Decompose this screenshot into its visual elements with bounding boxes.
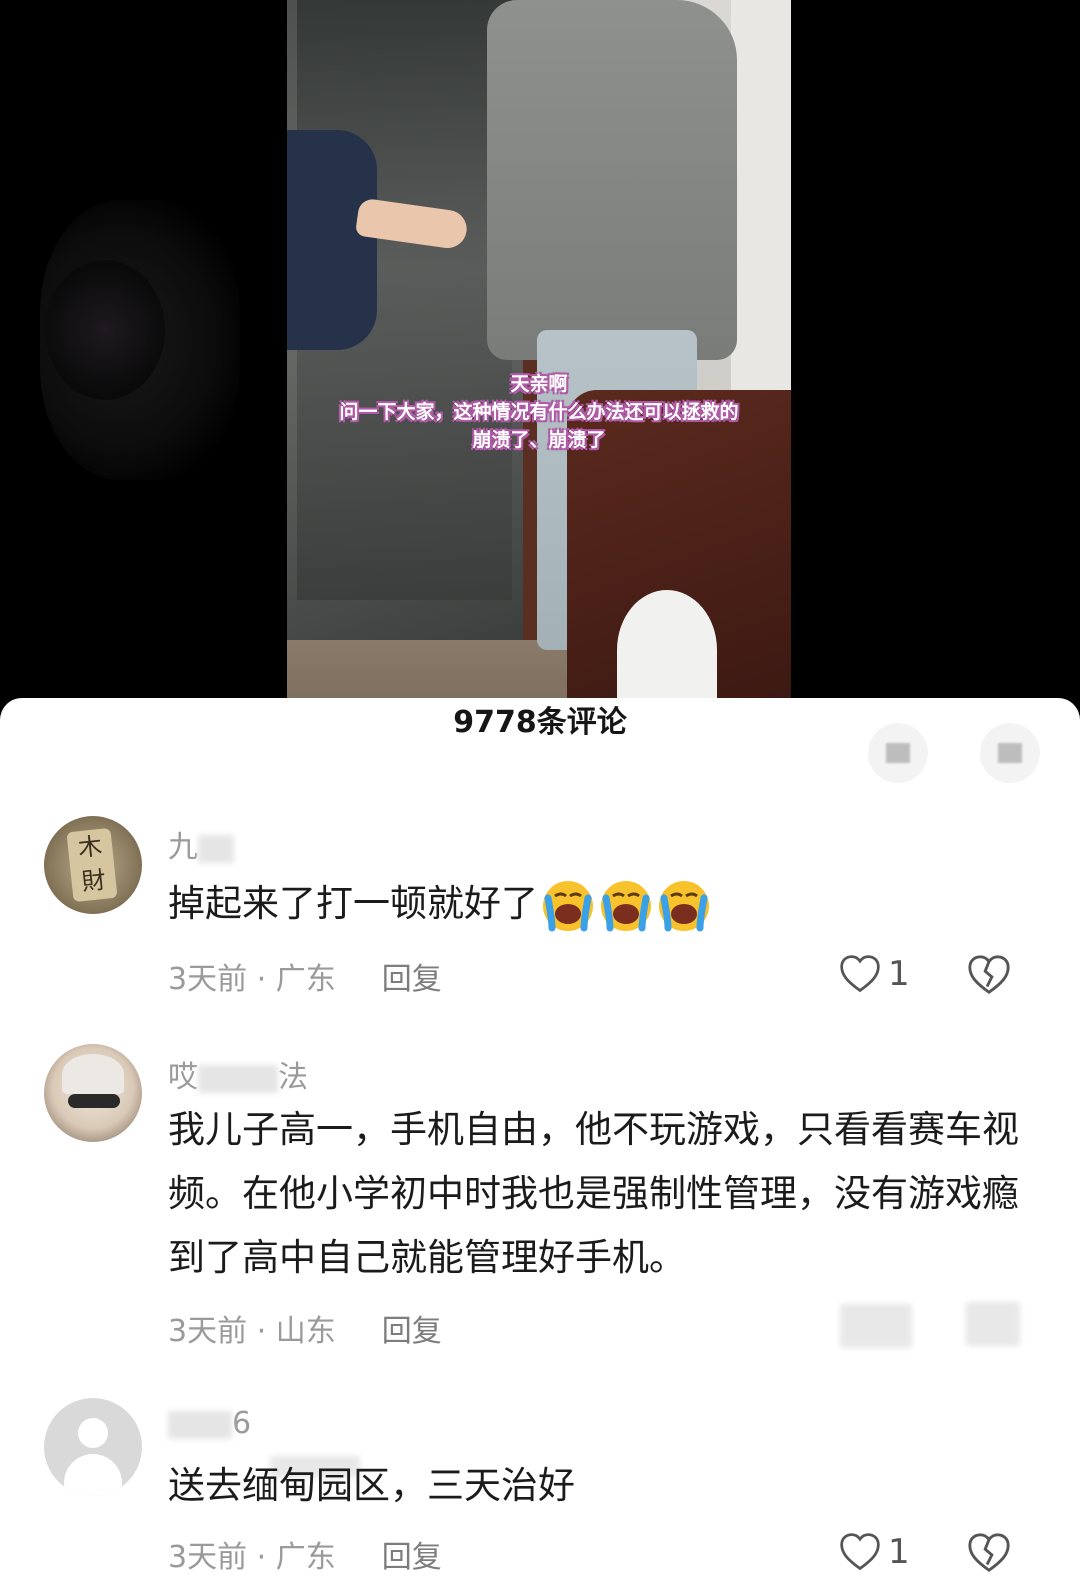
reply-button[interactable]: 回复 <box>382 1314 442 1349</box>
comment-text: 我儿子高一，手机自由，他不玩游戏，只看看赛车视频。在他小学初中时我也是强制性管理… <box>168 1108 1019 1279</box>
broken-heart-icon <box>968 955 1010 995</box>
like-button[interactable]: 1 <box>838 952 910 996</box>
comment-time: 3天前 <box>168 1314 248 1349</box>
comment-text: 送去缅甸园区，三天治好 <box>168 1464 575 1507</box>
comment-text: 掉起来了打一顿就好了 <box>168 872 1028 936</box>
like-button[interactable]: 1 <box>838 1530 910 1574</box>
comment-sheet: 9778条评论 木財 九 掉起来了打一顿就好了 3天前 · 广东回复 1 哎法 <box>0 698 1080 1589</box>
like-count: 1 <box>888 1532 910 1572</box>
comment-meta: 3天前 · 广东 回复 <box>168 962 442 997</box>
video-arm <box>287 130 377 350</box>
avatar[interactable] <box>44 1044 142 1142</box>
sheet-close-icon[interactable] <box>980 723 1040 783</box>
subtitle-line-2: 崩溃了、崩溃了 <box>472 429 606 451</box>
video-frame: 天亲啊 问一下大家，这种情况有什么办法还可以拯救的 崩溃了、崩溃了 <box>287 0 791 710</box>
broken-heart-icon <box>968 1533 1010 1573</box>
dislike-button[interactable] <box>966 952 1012 1002</box>
heart-outline-icon <box>840 1533 880 1571</box>
comment-username[interactable]: 6 <box>168 1406 251 1441</box>
avatar[interactable]: 木財 <box>44 816 142 914</box>
blurred-side-content-2 <box>45 260 165 400</box>
like-count: 1 <box>888 954 910 994</box>
comment-time: 3天前 <box>168 1540 248 1575</box>
redacted-dislike-button[interactable] <box>966 1302 1020 1346</box>
heart-outline-icon <box>840 955 880 993</box>
subtitle-title: 天亲啊 <box>510 373 568 395</box>
loudly-crying-face-emoji-icon <box>543 880 593 931</box>
comment-username[interactable]: 哎法 <box>168 1052 308 1096</box>
video-white-object <box>617 590 717 710</box>
comment-location: 山东 <box>275 1314 336 1349</box>
subtitle-line-1: 问一下大家，这种情况有什么办法还可以拯救的 <box>339 401 739 423</box>
reply-button[interactable]: 回复 <box>382 962 442 997</box>
sheet-action-icon-1[interactable] <box>868 723 928 783</box>
comment-location: 广东 <box>275 962 336 997</box>
video-player[interactable]: 天亲啊 问一下大家，这种情况有什么办法还可以拯救的 崩溃了、崩溃了 <box>0 0 1080 710</box>
avatar[interactable] <box>44 1398 142 1496</box>
comment-text-content: 掉起来了打一顿就好了 <box>168 882 538 925</box>
video-person-sweater <box>487 0 737 360</box>
redacted-username-part <box>198 1064 278 1093</box>
comment-username[interactable]: 九 <box>168 822 234 866</box>
loudly-crying-face-emoji-icon <box>601 880 651 931</box>
redacted-username-part <box>168 1410 232 1439</box>
comment-meta: 3天前 · 广东 回复 <box>168 1540 442 1575</box>
redacted-like-button[interactable] <box>840 1304 912 1348</box>
video-subtitle: 天亲啊 问一下大家，这种情况有什么办法还可以拯救的 崩溃了、崩溃了 <box>287 370 791 454</box>
comment-location: 广东 <box>275 1540 336 1575</box>
loudly-crying-face-emoji-icon <box>659 880 709 931</box>
dislike-button[interactable] <box>966 1530 1012 1580</box>
reply-button[interactable]: 回复 <box>382 1540 442 1575</box>
comment-meta: 3天前 · 山东 回复 <box>168 1314 442 1349</box>
redacted-username-part <box>198 834 234 863</box>
comment-time: 3天前 <box>168 962 248 997</box>
